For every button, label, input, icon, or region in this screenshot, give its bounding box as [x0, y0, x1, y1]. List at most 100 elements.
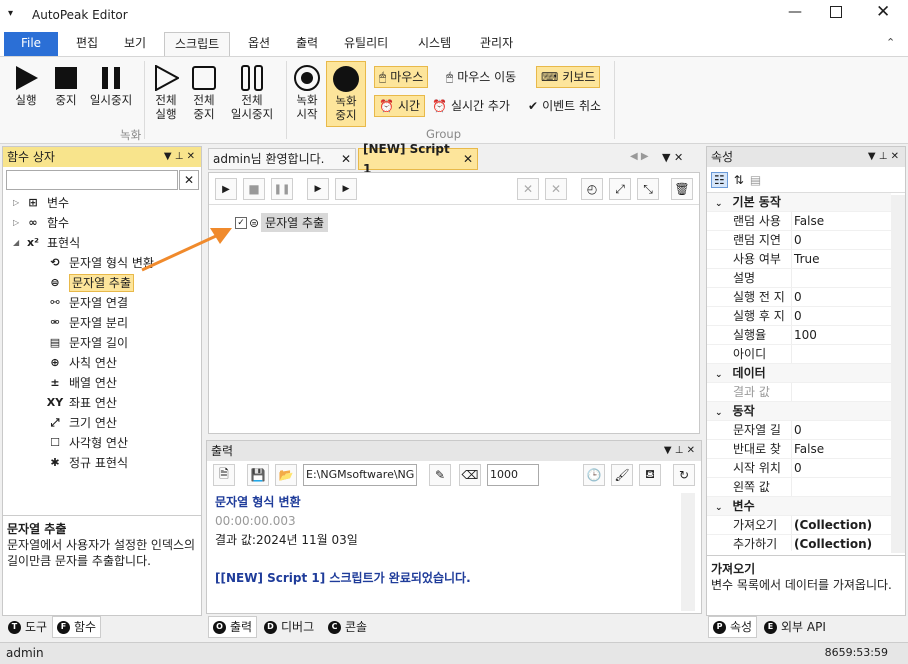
record-stop-button[interactable]: 녹화 중지	[326, 61, 366, 127]
disable-button[interactable]: ✕	[517, 178, 539, 200]
tab-output-log[interactable]: O 출력	[208, 616, 258, 638]
output-scrollbar[interactable]	[681, 493, 695, 611]
property-row[interactable]: 결과 값	[707, 383, 891, 402]
mouse-button[interactable]: 🖱 마우스	[374, 66, 429, 88]
mouse-move-button[interactable]: 🖱 마우스 이동	[442, 66, 520, 88]
run-script-button[interactable]: ▶	[215, 178, 237, 200]
property-row[interactable]: 시작 위치 0	[707, 459, 891, 478]
tree-item[interactable]: ▤ 문자열 길이	[3, 333, 201, 353]
tree-item[interactable]: ± 배열 연산	[3, 373, 201, 393]
record-start-button[interactable]: 녹화 시작	[290, 63, 324, 121]
new-log-button[interactable]: 🗎	[213, 464, 235, 486]
tree-item[interactable]: ☐ 사각형 연산	[3, 433, 201, 453]
script-node[interactable]: ✓ ⊜ 문자열 추출	[235, 213, 329, 232]
panel-menu-icon[interactable]: ▼ ⊥ ✕	[164, 148, 195, 166]
property-category[interactable]: ⌄ 기본 동작	[707, 193, 891, 212]
property-category[interactable]: ⌄ 변수	[707, 497, 891, 516]
scroll-tabs-icon[interactable]: ◀ ▶	[630, 151, 649, 162]
tab-console[interactable]: C 콘솔	[324, 616, 371, 638]
sort-az-icon[interactable]: ⇅	[734, 173, 744, 187]
expander-icon[interactable]: ▷	[13, 193, 25, 213]
property-row[interactable]: 실행 후 지0	[707, 307, 891, 326]
refresh-button[interactable]: ◴	[581, 178, 603, 200]
tab-utility[interactable]: 유틸리티	[334, 32, 398, 56]
minimize-button[interactable]: —	[788, 4, 802, 20]
stop-script-button[interactable]: ■	[243, 178, 265, 200]
fill-button[interactable]: ⛾	[639, 464, 661, 486]
brush-button[interactable]: 🖌	[611, 464, 633, 486]
clean-button[interactable]: ✎	[429, 464, 451, 486]
property-category[interactable]: ⌄ 동작	[707, 402, 891, 421]
expander-icon[interactable]: ▷	[13, 213, 25, 233]
editor-menu-icon[interactable]: ▼ ✕	[662, 151, 683, 164]
run-from-button[interactable]: ▶	[335, 178, 357, 200]
property-row[interactable]: 랜덤 사용 False	[707, 212, 891, 231]
property-row[interactable]: 문자열 길0	[707, 421, 891, 440]
keyboard-button[interactable]: ⌨ 키보드	[536, 66, 601, 88]
open-folder-button[interactable]: 📂	[275, 464, 297, 486]
property-row[interactable]: 실행율 100	[707, 326, 891, 345]
tree-item[interactable]: ⚮ 문자열 분리	[3, 313, 201, 333]
system-menu-icon[interactable]: ▾	[8, 8, 13, 19]
search-input[interactable]	[6, 170, 178, 190]
property-row[interactable]: 가져오기 (Collection)	[707, 516, 891, 535]
pause-script-button[interactable]: ❚❚	[271, 178, 293, 200]
pause-button[interactable]: 일시중지	[86, 63, 136, 107]
panel-menu-icon[interactable]: ▼ ⊥ ✕	[868, 148, 899, 166]
save-log-button[interactable]: 💾	[247, 464, 269, 486]
disable-all-button[interactable]: ✕	[545, 178, 567, 200]
node-checkbox[interactable]: ✓	[235, 216, 247, 229]
property-row[interactable]: 추가하기 (Collection)	[707, 535, 891, 551]
tab-options[interactable]: 옵션	[238, 32, 280, 56]
tree-item[interactable]: ⚯ 문자열 연결	[3, 293, 201, 313]
property-scrollbar[interactable]	[891, 195, 905, 553]
tab-view[interactable]: 보기	[114, 32, 156, 56]
tab-script1[interactable]: [NEW] Script 1 ✕	[358, 142, 478, 176]
tab-properties[interactable]: P 속성	[708, 616, 758, 638]
property-row[interactable]: 설명	[707, 269, 891, 288]
close-button[interactable]: ✕	[876, 2, 890, 22]
tree-item[interactable]: ⊕ 사칙 연산	[3, 353, 201, 373]
reload-button[interactable]: ↻	[673, 464, 695, 486]
tab-welcome[interactable]: admin님 환영합니다. ✕	[208, 148, 356, 170]
eraser-button[interactable]: ⌫	[459, 464, 481, 486]
tab-functions[interactable]: F 함수	[52, 616, 102, 638]
tree-item[interactable]: XY 좌표 연산	[3, 393, 201, 413]
property-row[interactable]: 랜덤 지연 0	[707, 231, 891, 250]
tab-tools[interactable]: T 도구	[4, 616, 51, 638]
tab-file[interactable]: File	[4, 32, 58, 56]
tab-external-api[interactable]: E 외부 API	[760, 616, 830, 638]
property-row[interactable]: 반대로 찾 False	[707, 440, 891, 459]
line-count-stepper[interactable]: 1000	[487, 464, 539, 486]
realtime-add-button[interactable]: ⏰ 실시간 추가	[428, 95, 514, 117]
panel-menu-icon[interactable]: ▼ ⊥ ✕	[664, 442, 695, 460]
time-button[interactable]: ⏰ 시간	[374, 95, 426, 117]
tab-admin[interactable]: 관리자	[470, 32, 523, 56]
delete-button[interactable]: 🗑	[671, 178, 693, 200]
property-row[interactable]: 사용 여부 True	[707, 250, 891, 269]
event-cancel-button[interactable]: ✔ 이벤트 취소	[524, 95, 605, 117]
clear-search-button[interactable]: ✕	[179, 170, 199, 190]
tree-item[interactable]: ▷ ⊞ 변수	[3, 193, 201, 213]
tree-item[interactable]: ⤢ 크기 연산	[3, 413, 201, 433]
collapse-ribbon-icon[interactable]: ⌃	[886, 36, 895, 49]
pause-all-button[interactable]: 전체 일시중지	[226, 63, 278, 121]
tab-script[interactable]: 스크립트	[164, 32, 231, 57]
run-all-button[interactable]: 전체 실행	[148, 63, 184, 121]
property-pages-icon[interactable]: ▤	[750, 173, 761, 187]
tab-debug[interactable]: D 디버그	[260, 616, 318, 638]
step-button[interactable]: ▶	[307, 178, 329, 200]
expand-button[interactable]: ⤢	[609, 178, 631, 200]
tree-item[interactable]: ✱ 정규 표현식	[3, 453, 201, 473]
property-row[interactable]: 왼쪽 값	[707, 478, 891, 497]
clock-button[interactable]: 🕒	[583, 464, 605, 486]
property-row[interactable]: 아이디	[707, 345, 891, 364]
expander-icon[interactable]: ◢	[13, 233, 25, 253]
stop-button[interactable]: 중지	[48, 63, 84, 107]
collapse-button[interactable]: ⤡	[637, 178, 659, 200]
run-button[interactable]: 실행	[8, 63, 44, 107]
path-field[interactable]: E:\NGMsoftware\NG	[303, 464, 417, 486]
stop-all-button[interactable]: 전체 중지	[186, 63, 222, 121]
maximize-button[interactable]	[830, 6, 842, 18]
property-row[interactable]: 실행 전 지0	[707, 288, 891, 307]
